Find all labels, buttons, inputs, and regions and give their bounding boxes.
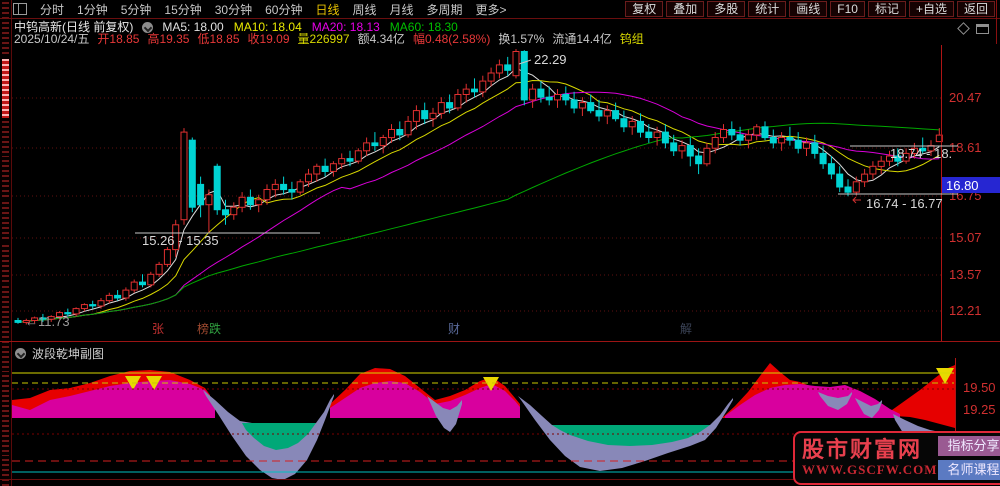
watermark: 股市财富网 WWW.GSCFW.COM 指标分享 名师课程 (793, 431, 1000, 485)
svg-text:20.47: 20.47 (949, 90, 982, 105)
svg-text:22.29: 22.29 (534, 52, 567, 67)
svg-text:18.74 - 18.: 18.74 - 18. (890, 146, 952, 161)
toolbar-button[interactable]: 复权 (625, 1, 663, 17)
left-rail[interactable] (0, 0, 11, 486)
period-tab[interactable]: 5分钟 (121, 1, 152, 18)
svg-text:←11.73: ←11.73 (25, 314, 70, 329)
toolbar-button[interactable]: 统计 (748, 1, 786, 17)
svg-text:19.25: 19.25 (963, 402, 996, 417)
toolbar-button[interactable]: 标记 (868, 1, 906, 17)
rail-tab-active[interactable] (2, 59, 9, 118)
svg-text:16.74 - 16.77: 16.74 - 16.77 (866, 196, 943, 211)
collapse-chevron-icon[interactable] (142, 22, 153, 33)
right-edge-line (996, 0, 997, 44)
watermark-url: WWW.GSCFW.COM (802, 462, 938, 478)
toolbar-button[interactable]: F10 (830, 1, 865, 17)
watermark-site-name: 股市财富网 (802, 438, 938, 462)
period-tab[interactable]: 15分钟 (164, 1, 201, 18)
period-tab[interactable]: 60分钟 (265, 1, 302, 18)
period-tab[interactable]: 更多> (476, 1, 507, 18)
badge-indicator-share: 指标分享 (938, 436, 1000, 456)
svg-text:18.61: 18.61 (949, 140, 982, 155)
toolbar: 分时 1分钟 5分钟 15分钟 30分钟 60分钟日线周线月线多周期更多> 复权叠加多股统… (13, 0, 1000, 18)
svg-text:19.50: 19.50 (963, 380, 996, 395)
rail-tab[interactable] (2, 202, 9, 242)
rail-tab[interactable] (2, 459, 9, 486)
watermark-text: 股市财富网 WWW.GSCFW.COM (802, 438, 938, 478)
toolbar-button[interactable]: +自选 (909, 1, 954, 17)
period-tab[interactable]: 周线 (352, 1, 376, 18)
rail-tab[interactable] (2, 121, 9, 157)
rail-tab[interactable] (2, 331, 9, 371)
rail-tab[interactable] (2, 160, 9, 198)
svg-text:13.57: 13.57 (949, 267, 982, 282)
candlestick-chart[interactable]: 20.4718.6116.7515.0713.5712.2116.8022.29… (11, 44, 1000, 342)
rail-tab[interactable] (2, 245, 9, 283)
svg-text:15.07: 15.07 (949, 230, 982, 245)
period-tab[interactable]: 月线 (390, 1, 414, 18)
badge-teacher-course: 名师课程 (938, 460, 1000, 480)
toolbar-button[interactable]: 多股 (707, 1, 745, 17)
window-icon[interactable] (976, 24, 989, 34)
svg-text:16.80: 16.80 (946, 178, 979, 193)
period-tab[interactable]: 日线 (315, 1, 339, 18)
rail-tab[interactable] (2, 286, 9, 328)
toolbar-buttons: 复权叠加多股统计画线F10标记+自选返回 (625, 1, 1000, 17)
svg-text:榜跌: 榜跌 (197, 321, 221, 336)
period-tab[interactable]: 1分钟 (77, 1, 108, 18)
panel-divider (0, 341, 1000, 342)
period-tab[interactable]: 30分钟 (215, 1, 252, 18)
toolbar-button[interactable]: 画线 (789, 1, 827, 17)
diamond-icon[interactable] (957, 22, 970, 35)
svg-text:15.26 - 15.35: 15.26 - 15.35 (142, 233, 219, 248)
rail-tab[interactable] (2, 375, 9, 417)
period-tab[interactable]: 多周期 (427, 1, 463, 18)
toolbar-button[interactable]: 叠加 (666, 1, 704, 17)
window-split-icon[interactable] (13, 3, 27, 15)
period-tab[interactable]: 分时 (40, 1, 64, 18)
svg-text:财: 财 (448, 322, 460, 336)
rail-tab[interactable] (2, 420, 9, 456)
svg-text:张: 张 (152, 322, 164, 336)
watermark-badges: 指标分享 名师课程 (938, 436, 1000, 480)
trading-app-window: 分时 1分钟 5分钟 15分钟 30分钟 60分钟日线周线月线多周期更多> 复权叠加多股统… (0, 0, 1000, 486)
toolbar-button[interactable]: 返回 (957, 1, 995, 17)
svg-text:12.21: 12.21 (949, 303, 982, 318)
rail-tab[interactable] (2, 2, 9, 56)
svg-text:解: 解 (680, 322, 692, 336)
period-tabs: 分时 1分钟 5分钟 15分钟 30分钟 60分钟日线周线月线多周期更多> (40, 1, 507, 18)
toolbar-divider (0, 18, 1000, 19)
